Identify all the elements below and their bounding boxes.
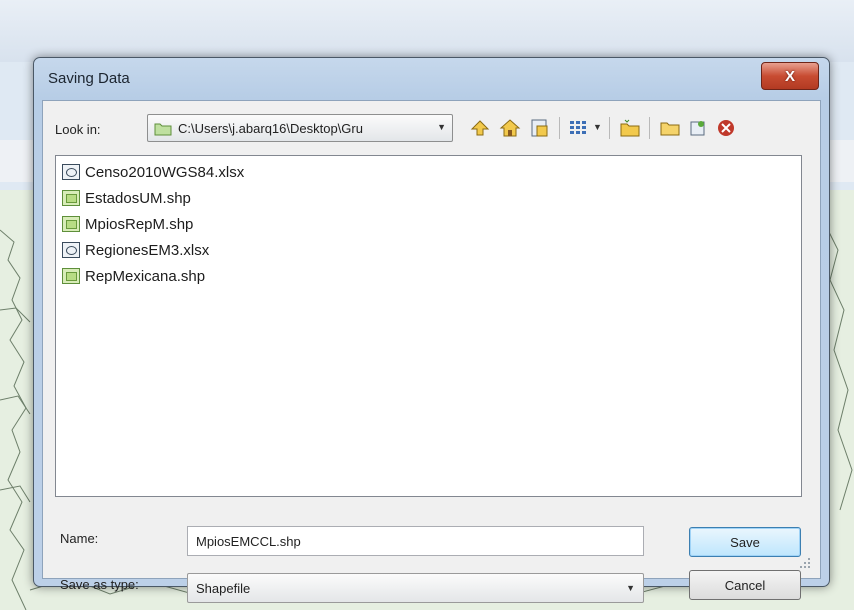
title-bar[interactable]: Saving Data X [34,58,829,98]
shapefile-icon [62,190,80,206]
delete-icon[interactable] [715,117,737,139]
save-button[interactable]: Save [689,527,801,557]
table-file-icon [62,164,80,180]
folder-icon [154,123,172,136]
resize-grip-icon[interactable] [798,556,812,570]
refresh-icon[interactable] [687,117,709,139]
table-file-icon [62,242,80,258]
folder-icon[interactable] [659,117,681,139]
save-as-type-dropdown[interactable]: Shapefile ▼ [187,573,644,603]
list-item[interactable]: Censo2010WGS84.xlsx [62,160,244,184]
up-one-level-icon[interactable] [469,117,491,139]
toolbar-separator [649,117,650,139]
file-name: MpiosRepM.shp [85,215,194,233]
look-in-path: C:\Users\j.abarq16\Desktop\Gru [178,121,363,136]
toolbar-separator [609,117,610,139]
new-folder-icon[interactable] [619,117,641,139]
list-item[interactable]: RepMexicana.shp [62,264,205,288]
file-list[interactable]: Censo2010WGS84.xlsx EstadosUM.shp MpiosR… [55,155,802,497]
dialog-body: Look in: C:\Users\j.abarq16\Desktop\Gru … [42,100,821,603]
shapefile-icon [62,216,80,232]
background-app-header [0,0,854,62]
save-as-type-value: Shapefile [196,581,251,596]
dialog-title: Saving Data [48,70,130,87]
shapefile-icon [62,268,80,284]
file-name: EstadosUM.shp [85,189,191,207]
save-dialog: Saving Data X Look in: C:\Users\j.abarq1… [33,57,830,603]
toolbar-separator [559,117,560,139]
home-icon[interactable] [499,117,521,139]
chevron-down-icon: ▼ [626,583,635,593]
file-name: RepMexicana.shp [85,267,206,285]
file-name-input[interactable] [187,526,644,556]
list-item[interactable]: MpiosRepM.shp [62,212,193,236]
file-name: RegionesEM3.xlsx [85,241,210,259]
file-name: Censo2010WGS84.xlsx [85,163,245,181]
chevron-down-icon: ▼ [437,122,446,132]
cancel-button[interactable]: Cancel [689,570,801,600]
close-icon: X [784,67,795,85]
name-label: Name: [60,531,99,546]
view-menu-icon[interactable] [567,117,589,139]
look-in-dropdown[interactable]: C:\Users\j.abarq16\Desktop\Gru ▼ [147,114,453,142]
list-item[interactable]: EstadosUM.shp [62,186,191,210]
view-dropdown-icon[interactable]: ▼ [593,122,602,132]
save-as-type-label: Save as type: [60,577,139,592]
connect-folder-icon[interactable] [529,117,551,139]
close-button[interactable]: X [761,62,819,90]
look-in-label: Look in: [55,122,101,137]
list-item[interactable]: RegionesEM3.xlsx [62,238,209,262]
